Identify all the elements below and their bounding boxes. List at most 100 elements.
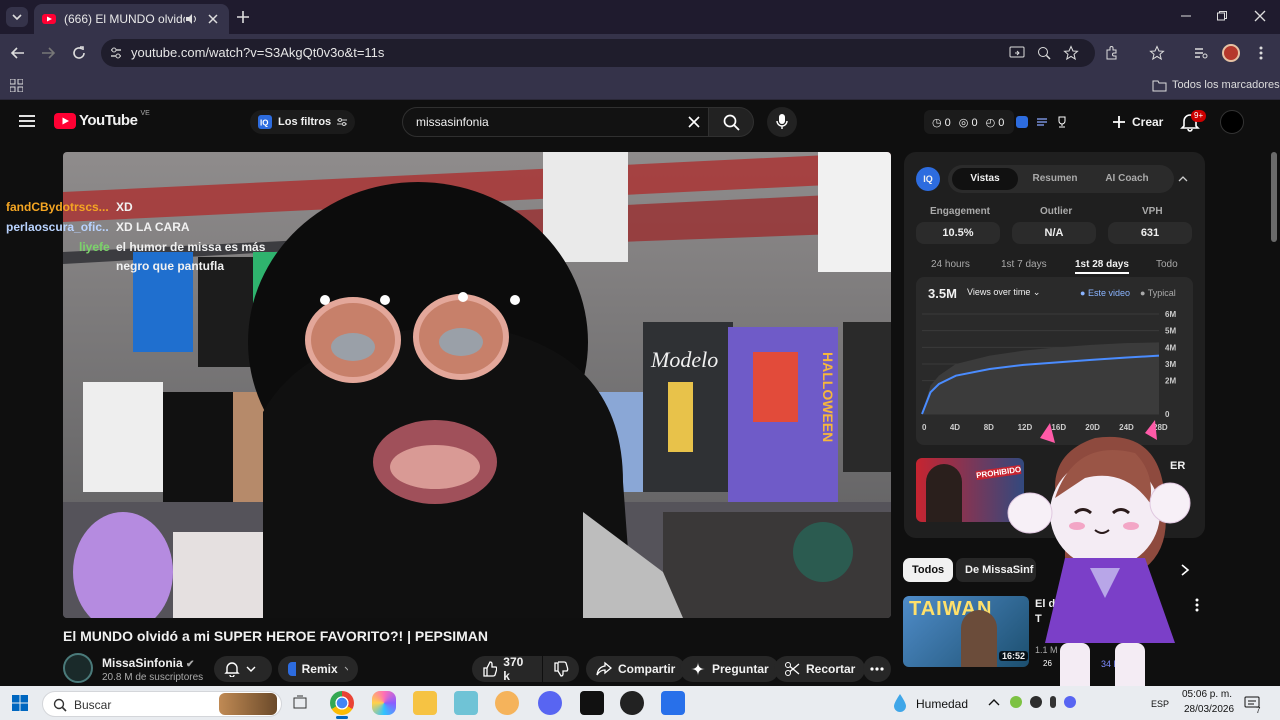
chat-username[interactable]: perlaoscura_ofic... (6, 220, 109, 234)
app-taskbar-icon[interactable] (454, 691, 478, 715)
chart-y-tick-label: 4M (1165, 343, 1176, 352)
chrome-taskbar-icon[interactable] (330, 691, 354, 715)
windows-start-icon[interactable] (12, 695, 28, 711)
page-scrollbar[interactable] (1271, 152, 1277, 242)
discord-taskbar-icon[interactable] (538, 691, 562, 715)
vidiq-counters[interactable]: ◷ 0 ◎ 0 ◴ 0 (924, 110, 1014, 134)
back-icon[interactable] (10, 45, 26, 61)
account-avatar[interactable] (1220, 110, 1244, 134)
channel-name[interactable]: MissaSinfonia ✔ (102, 656, 194, 670)
close-tab-icon[interactable] (205, 11, 221, 27)
audio-playing-icon[interactable] (185, 13, 199, 25)
legend-typical: ● Typical (1140, 288, 1176, 298)
extensions-icon[interactable] (1104, 45, 1120, 61)
taskbar-search-label: Buscar (74, 698, 112, 712)
remix-button[interactable]: Remix (278, 656, 358, 682)
search-input-value[interactable]: missasinfonia (416, 115, 489, 129)
media-control-icon[interactable] (1193, 45, 1209, 61)
create-button[interactable]: Crear (1102, 108, 1173, 136)
forward-icon[interactable] (40, 45, 56, 61)
tray-icons[interactable] (1010, 696, 1110, 710)
like-button[interactable]: 370 k (472, 655, 542, 683)
apps-grid-icon[interactable] (10, 79, 23, 92)
notification-count: 7 (1256, 706, 1261, 715)
chart-y-tick-label: 2M (1165, 377, 1176, 386)
more-vertical-icon[interactable] (1195, 598, 1199, 612)
minimize-icon[interactable] (1180, 10, 1192, 22)
tab-search-button[interactable] (6, 7, 28, 27)
metric-label-outlier: Outlier (1040, 206, 1073, 217)
metric-value-outlier: N/A (1012, 222, 1096, 244)
tray-chevron-up-icon[interactable] (988, 698, 1000, 706)
bookmarks-icon[interactable] (1149, 45, 1165, 61)
thumb-person (926, 464, 962, 522)
all-bookmarks-label[interactable]: Todos los marcadores (1172, 79, 1280, 91)
clear-search-icon[interactable] (688, 116, 700, 128)
thumbs-down-icon (554, 661, 569, 677)
site-info-icon[interactable] (109, 46, 123, 60)
copilot-taskbar-icon[interactable] (372, 691, 396, 715)
profile-avatar[interactable] (1222, 44, 1240, 62)
tray-app-icon (1010, 696, 1022, 708)
range-28d[interactable]: 1st 28 days (1075, 259, 1129, 274)
range-24h[interactable]: 24 hours (931, 259, 970, 270)
subscribed-bell-button[interactable] (214, 656, 272, 682)
notifications-button[interactable]: 9+ (1180, 110, 1207, 134)
address-bar[interactable]: youtube.com/watch?v=S3AkgQt0v3o&t=11s (101, 39, 1095, 67)
input-language[interactable]: ESP (1151, 699, 1169, 709)
reload-icon[interactable] (71, 45, 87, 61)
chat-username[interactable]: fandCBydotrscs... (6, 200, 109, 214)
zoom-icon[interactable] (1037, 46, 1051, 60)
anime-character-sticker (1007, 420, 1191, 698)
like-count: 370 k (503, 655, 524, 683)
clock-date[interactable]: 28/03/2026 (1184, 704, 1234, 715)
chat-message: perlaoscura_ofic... XD LA CARA (6, 220, 190, 237)
vidiq-toolbar-button[interactable] (1016, 112, 1076, 132)
task-view-icon[interactable] (292, 695, 308, 711)
range-all[interactable]: Todo (1156, 259, 1178, 270)
channel-avatar[interactable] (63, 653, 93, 683)
cast-icon[interactable] (1009, 46, 1025, 60)
tab-ai-coach[interactable]: AI Coach (1094, 168, 1160, 190)
restore-icon[interactable] (1216, 10, 1228, 22)
close-window-icon[interactable] (1254, 10, 1266, 22)
search-box[interactable]: missasinfonia (402, 107, 712, 137)
voice-search-button[interactable] (767, 107, 797, 137)
chip-all[interactable]: Todos (903, 558, 954, 582)
share-icon (596, 661, 612, 676)
tab-resumen[interactable]: Resumen (1024, 168, 1086, 190)
tab-vistas[interactable]: Vistas (952, 168, 1018, 190)
taskbar-search[interactable]: Buscar (42, 691, 282, 717)
weather-label[interactable]: Humedad (916, 697, 968, 711)
obs-taskbar-icon[interactable] (620, 691, 644, 715)
vidiq-icon (288, 662, 296, 676)
range-7d[interactable]: 1st 7 days (1001, 259, 1047, 270)
eye-counter: ◎ 0 (958, 116, 978, 129)
chat-message: liyefe el humor de missa es más (79, 240, 265, 254)
audio-app-icon[interactable] (580, 691, 604, 715)
shirt-print-halloween: HALLOWEEN (820, 352, 836, 442)
share-button[interactable]: Compartir (586, 656, 686, 682)
sliders-icon (337, 118, 348, 126)
chat-text: el humor de missa es más (116, 240, 266, 254)
chat-username[interactable]: liyefe (79, 240, 110, 254)
app-taskbar-icon-blue[interactable] (661, 691, 685, 715)
notifications-badge: 9+ (1191, 110, 1207, 122)
hamburger-menu-icon[interactable] (19, 114, 35, 128)
filters-button[interactable]: IQ Los filtros (250, 110, 356, 134)
more-actions-button[interactable] (863, 656, 891, 682)
browser-tab-active[interactable]: (666) El MUNDO olvidó a mi (34, 4, 229, 34)
ask-button[interactable]: Preguntar (680, 656, 779, 682)
media-player-icon[interactable] (495, 691, 519, 715)
chrome-menu-icon[interactable] (1258, 45, 1264, 61)
collapse-icon[interactable] (1178, 175, 1188, 183)
dislike-button[interactable] (543, 656, 579, 682)
file-explorer-icon[interactable] (413, 691, 437, 715)
new-tab-icon[interactable] (236, 10, 250, 24)
clock-time[interactable]: 05:06 p. m. (1182, 689, 1232, 700)
clip-button[interactable]: Recortar (774, 656, 866, 682)
search-button[interactable] (708, 107, 754, 137)
youtube-logo[interactable]: YouTube VE (54, 110, 150, 129)
views-dropdown[interactable]: Views over time ⌄ (967, 287, 1040, 298)
bookmark-star-icon[interactable] (1063, 45, 1079, 61)
